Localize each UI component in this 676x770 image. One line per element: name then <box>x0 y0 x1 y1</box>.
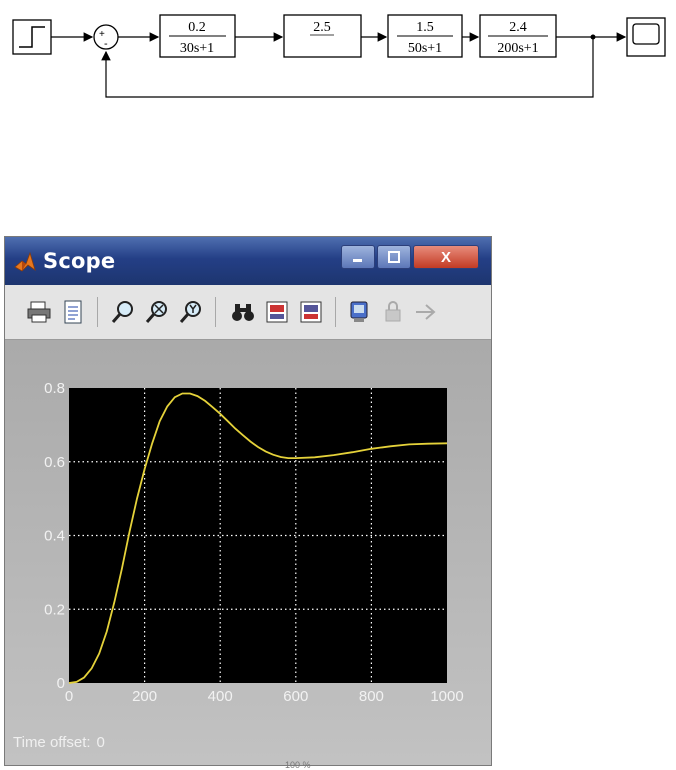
x-tick-label: 200 <box>132 688 157 705</box>
scope-plot[interactable]: 0 200 400 600 800 1000 0 0.2 0.4 0.6 0.8 <box>5 340 491 740</box>
x-tick-label: 0 <box>65 688 73 705</box>
gain-block[interactable]: 2.5 <box>283 14 362 58</box>
x-tick-label: 400 <box>208 688 233 705</box>
minimize-icon <box>353 259 362 262</box>
floating-scope-icon <box>350 301 368 322</box>
zoom-x-button[interactable] <box>143 297 171 327</box>
close-button[interactable]: X <box>413 245 479 269</box>
zoom-button[interactable] <box>109 297 137 327</box>
transfer-fcn-block-2[interactable]: 1.5 50s+1 <box>387 14 463 58</box>
signal-selection-icon <box>416 304 436 320</box>
restore-axes-button[interactable] <box>297 297 325 327</box>
parameters-button[interactable] <box>59 297 87 327</box>
window-title: Scope <box>43 249 116 273</box>
print-button[interactable] <box>25 297 53 327</box>
floating-scope-button[interactable] <box>345 297 373 327</box>
save-axes-button[interactable] <box>263 297 291 327</box>
time-offset-value: 0 <box>96 734 105 751</box>
y-tick-label: 0.2 <box>44 601 65 618</box>
plot-area: 0 200 400 600 800 1000 0 0.2 0.4 0.6 0.8 Time offs… <box>5 340 491 765</box>
title-bar[interactable]: Scope X <box>5 237 491 285</box>
tf1-denominator: 30s+1 <box>180 41 214 56</box>
zoom-y-button[interactable] <box>177 297 205 327</box>
x-tick-label: 800 <box>359 688 384 705</box>
scope-sink-icon[interactable] <box>626 17 666 57</box>
zoom-level: 100 % <box>285 760 311 770</box>
time-offset: Time offset: 0 <box>13 734 105 751</box>
tf3-numerator: 2.4 <box>509 20 527 35</box>
autoscale-button[interactable] <box>229 297 257 327</box>
save-axes-icon <box>266 301 288 323</box>
restore-axes-icon <box>300 301 322 323</box>
gain-value: 2.5 <box>313 20 331 35</box>
matlab-icon <box>14 251 36 272</box>
step-source-icon[interactable] <box>12 19 52 55</box>
lock-axes-button[interactable] <box>379 297 407 327</box>
block-diagram: + - 0.2 30s+1 2.5 1.5 50s+1 2.4 200s+1 <box>12 14 666 98</box>
minimize-button[interactable] <box>341 245 375 269</box>
scope-window: Scope X 0 200 400 600 800 1000 0 0.2 0.4… <box>4 236 492 766</box>
print-icon <box>27 301 51 323</box>
maximize-button[interactable] <box>377 245 411 269</box>
sum-minus-sign: - <box>104 38 108 50</box>
y-tick-label: 0.8 <box>44 380 65 397</box>
signal-selection-button[interactable] <box>411 297 439 327</box>
time-offset-label: Time offset: <box>13 734 91 751</box>
parameters-icon <box>64 300 82 324</box>
close-icon: X <box>440 248 451 266</box>
y-tick-label: 0.6 <box>44 454 65 471</box>
tf2-numerator: 1.5 <box>416 20 434 35</box>
tf3-denominator: 200s+1 <box>497 41 538 56</box>
tf2-denominator: 50s+1 <box>408 41 442 56</box>
zoom-icon <box>111 301 133 323</box>
toolbar <box>5 285 491 340</box>
y-tick-label: 0.4 <box>44 528 65 545</box>
x-tick-label: 600 <box>283 688 308 705</box>
transfer-fcn-block-3[interactable]: 2.4 200s+1 <box>479 14 557 58</box>
lock-axes-icon <box>385 301 401 322</box>
sum-junction-icon[interactable]: + - <box>93 24 119 50</box>
zoom-y-icon <box>179 301 201 323</box>
tf1-numerator: 0.2 <box>188 20 206 35</box>
transfer-fcn-block-1[interactable]: 0.2 30s+1 <box>159 14 236 58</box>
x-tick-label: 1000 <box>430 688 463 705</box>
autoscale-icon <box>232 304 254 321</box>
y-tick-label: 0 <box>57 675 65 692</box>
zoom-x-icon <box>145 301 167 323</box>
maximize-icon <box>388 251 400 263</box>
